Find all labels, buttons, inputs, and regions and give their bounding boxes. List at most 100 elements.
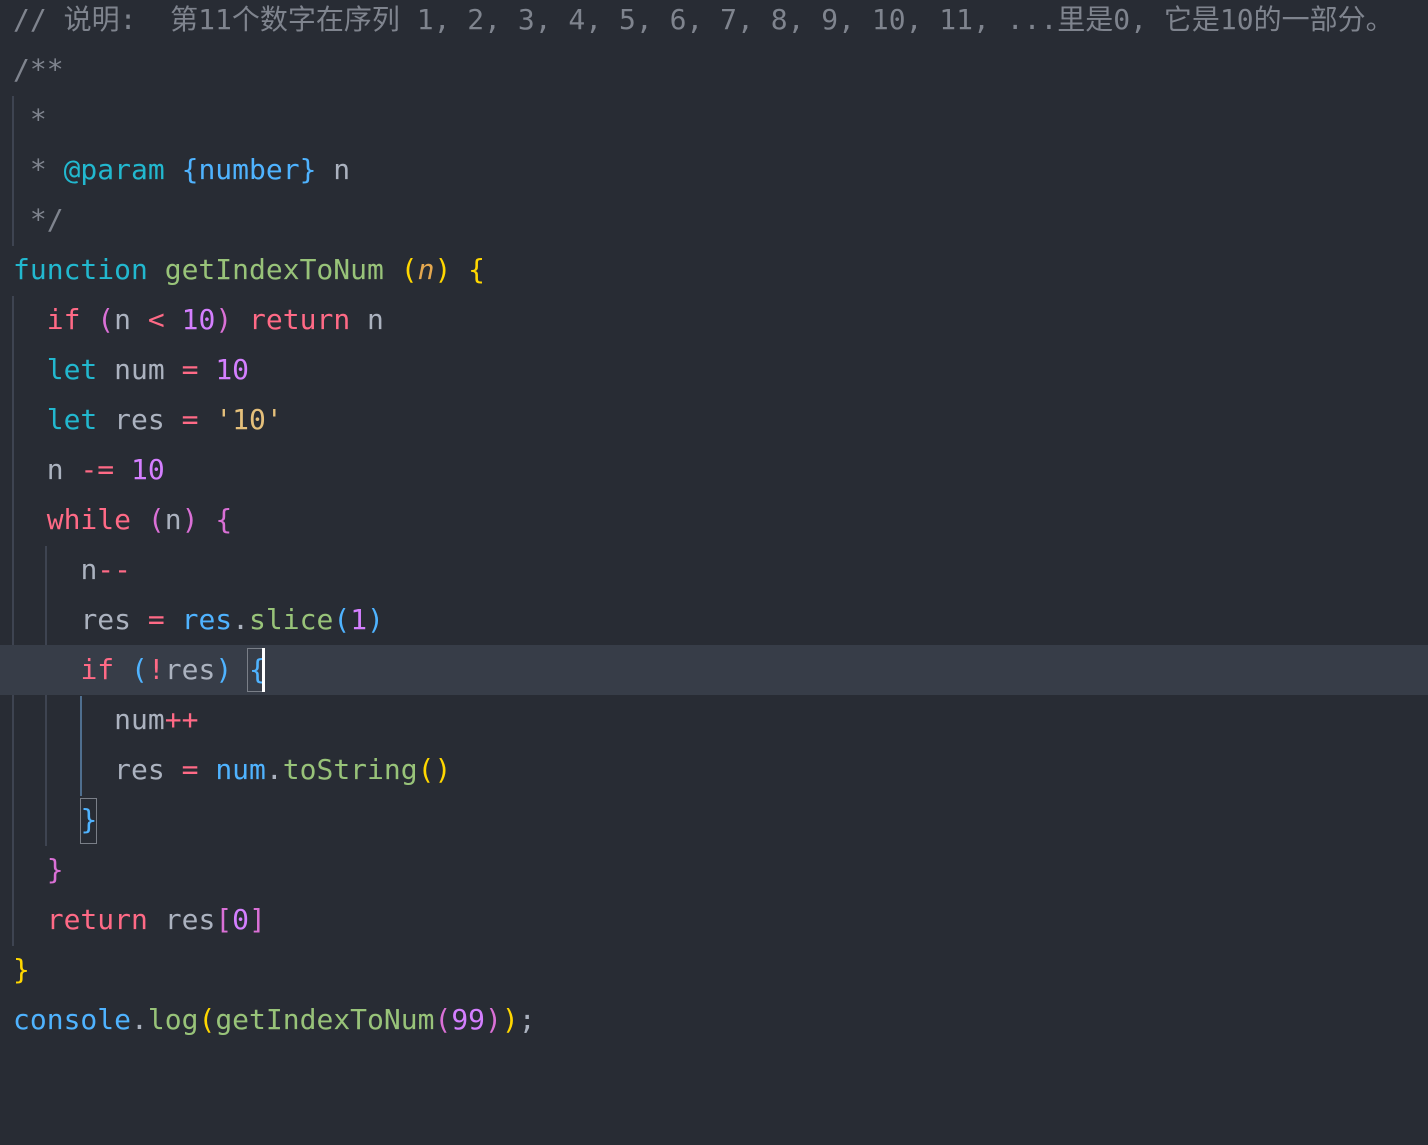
jsdoc-close: */: [13, 203, 64, 236]
code-line-12[interactable]: n--: [0, 545, 1428, 595]
method-slice: slice: [249, 603, 334, 636]
code-line-19[interactable]: return res[0]: [0, 895, 1428, 945]
keyword-function: function: [13, 253, 148, 286]
code-line-6[interactable]: function getIndexToNum (n) {: [0, 245, 1428, 295]
dot-operator: .: [131, 1003, 148, 1036]
brace-close: }: [13, 953, 30, 986]
jsdoc-type: {number}: [181, 153, 317, 186]
operator-assign: =: [181, 403, 199, 436]
identifier-res: res: [97, 403, 182, 436]
code-line-17[interactable]: }: [0, 795, 1428, 845]
identifier-res: res: [147, 903, 216, 936]
code-line-3[interactable]: *: [0, 95, 1428, 145]
code-line-15[interactable]: num++: [0, 695, 1428, 745]
operator-increment: ++: [164, 703, 199, 736]
paren-close: ): [434, 753, 452, 786]
operator-decrement: --: [97, 553, 132, 586]
code-line-11[interactable]: while (n) {: [0, 495, 1428, 545]
comment-text: // 说明: 第11个数字在序列 1, 2, 3, 4, 5, 6, 7, 8,…: [13, 3, 1394, 36]
code-line-7[interactable]: if (n < 10) return n: [0, 295, 1428, 345]
code-line-4[interactable]: * @param {number} n: [0, 145, 1428, 195]
bracket-open: [: [215, 903, 233, 936]
operator-assign: =: [181, 353, 199, 386]
paren-open: (: [400, 253, 418, 286]
paren-close: ): [215, 303, 233, 336]
identifier-num: num: [114, 703, 165, 736]
code-line-1[interactable]: // 说明: 第11个数字在序列 1, 2, 3, 4, 5, 6, 7, 8,…: [0, 0, 1428, 45]
method-log: log: [147, 1003, 199, 1036]
keyword-return: return: [46, 903, 148, 936]
code-line-10[interactable]: n -= 10: [0, 445, 1428, 495]
dot-operator: .: [265, 753, 283, 786]
identifier-n: n: [46, 453, 81, 486]
matching-bracket-highlight-close: [80, 798, 97, 844]
code-line-21[interactable]: console.log(getIndexToNum(99));: [0, 995, 1428, 1045]
code-line-2[interactable]: /**: [0, 45, 1428, 95]
paren-close-inner: ): [485, 1003, 502, 1036]
jsdoc-param-name: n: [316, 153, 351, 186]
object-console: console: [13, 1003, 132, 1036]
code-line-13[interactable]: res = res.slice(1): [0, 595, 1428, 645]
text-cursor: [262, 648, 265, 692]
method-tostring: toString: [282, 753, 418, 786]
identifier-res: res: [80, 603, 148, 636]
code-line-8[interactable]: let num = 10: [0, 345, 1428, 395]
identifier-n: n: [114, 303, 132, 336]
code-line-14-current[interactable]: if (!res) {: [0, 645, 1428, 695]
number-literal: 10: [131, 453, 165, 486]
paren-open: (: [198, 1003, 216, 1036]
code-line-20[interactable]: }: [0, 945, 1428, 995]
function-call-name: getIndexToNum: [215, 1003, 435, 1036]
paren-open: (: [333, 603, 351, 636]
paren-open: (: [417, 753, 435, 786]
bracket-close: ]: [249, 903, 266, 936]
brace-open: {: [215, 503, 233, 536]
code-line-18[interactable]: }: [0, 845, 1428, 895]
number-literal: 10: [181, 303, 216, 336]
object-res: res: [181, 603, 233, 636]
operator-assign: =: [147, 603, 165, 636]
keyword-while: while: [46, 503, 132, 536]
jsdoc-star: *: [13, 103, 47, 136]
code-line-9[interactable]: let res = '10': [0, 395, 1428, 445]
identifier-num: num: [97, 353, 182, 386]
identifier-res: res: [114, 753, 182, 786]
operator-assign: =: [181, 753, 199, 786]
keyword-let: let: [46, 353, 98, 386]
keyword-if: if: [80, 653, 115, 686]
paren-close: ): [181, 503, 199, 536]
code-editor[interactable]: // 说明: 第11个数字在序列 1, 2, 3, 4, 5, 6, 7, 8,…: [0, 0, 1428, 1072]
keyword-if: if: [46, 303, 81, 336]
number-literal: 0: [232, 903, 250, 936]
code-line-16[interactable]: res = num.toString(): [0, 745, 1428, 795]
brace-open: {: [468, 253, 486, 286]
number-literal: 99: [451, 1003, 486, 1036]
paren-close: ): [215, 653, 233, 686]
paren-close: ): [434, 253, 452, 286]
jsdoc-tag: @param: [63, 153, 165, 186]
code-line-5[interactable]: */: [0, 195, 1428, 245]
